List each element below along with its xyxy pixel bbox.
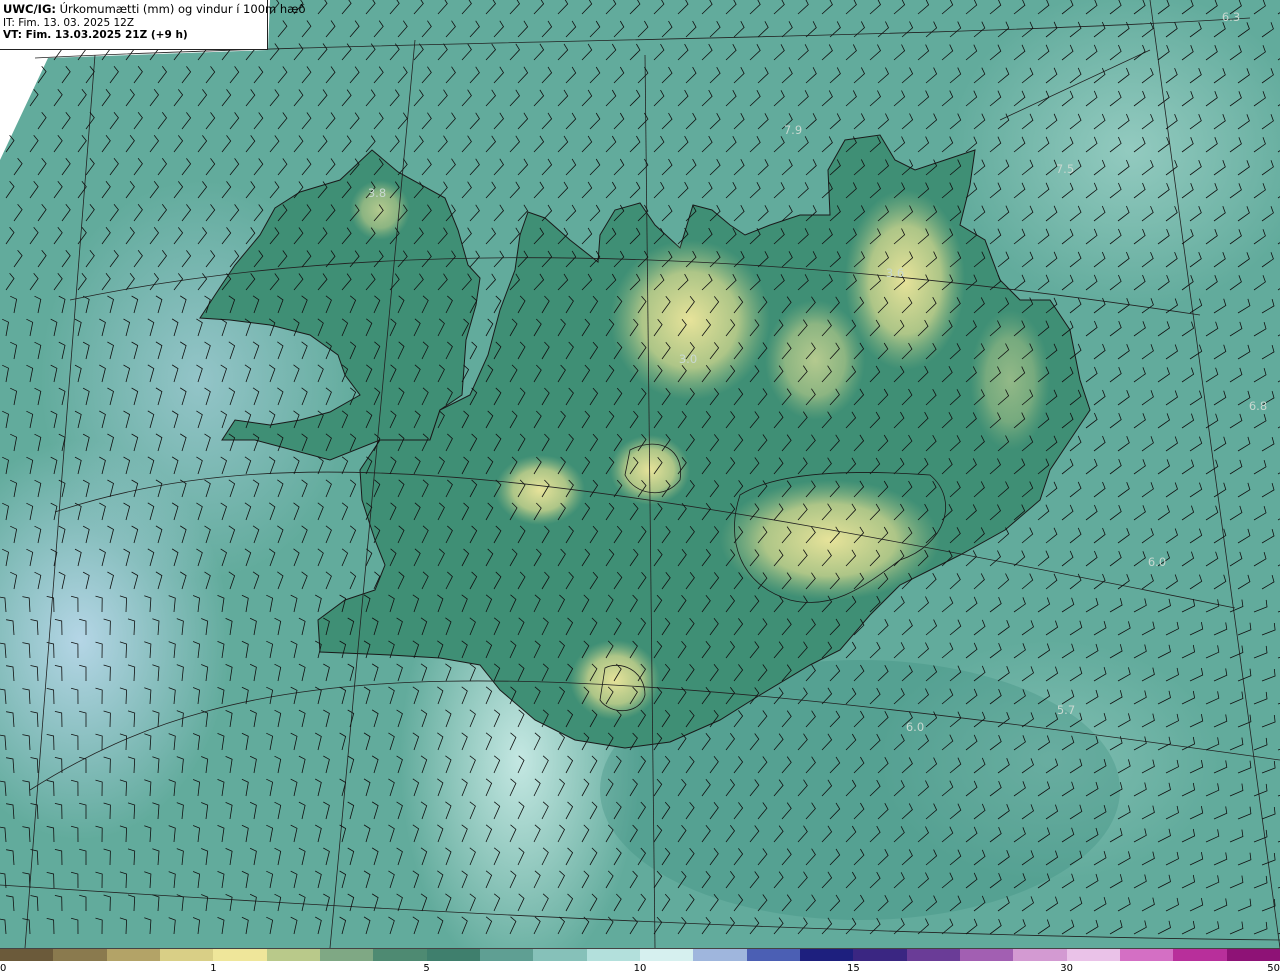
model-name: UWC/IG:	[3, 2, 56, 16]
colorbar-segment	[586, 949, 640, 961]
colorbar-tick-label: 1	[210, 963, 217, 974]
colorbar-tick-label: 15	[847, 963, 860, 974]
colorbar-segment	[479, 949, 534, 961]
colorbar-segment	[319, 949, 374, 961]
colorbar-segment	[1173, 949, 1227, 961]
colorbar-tick-label: 10	[633, 963, 647, 974]
precip-value-label: 5.7	[1057, 703, 1075, 717]
colorbar-segment	[159, 949, 214, 961]
colorbar-segment	[853, 949, 907, 961]
colorbar-tick-label: 50	[1267, 963, 1280, 974]
colorbar-segment	[693, 949, 747, 961]
header-title: UWC/IG: Úrkomumætti (mm) og vindur í 100…	[3, 2, 306, 17]
colorbar	[0, 948, 1280, 961]
field-title: Úrkomumætti (mm) og vindur í 100m hæð	[59, 2, 306, 16]
precip-value-label: 6.8	[1249, 399, 1267, 413]
colorbar-segment	[533, 949, 587, 961]
valid-time: VT: Fim. 13.03.2025 21Z (+9 h)	[3, 29, 188, 42]
colorbar-segment	[266, 949, 320, 961]
precip-value-label: 6.0	[906, 720, 924, 734]
colorbar-segment	[959, 949, 1014, 961]
colorbar-segment	[1226, 949, 1280, 961]
colorbar-segment	[906, 949, 960, 961]
header-box: UWC/IG: Úrkomumætti (mm) og vindur í 100…	[0, 0, 306, 50]
colorbar-segment	[1013, 949, 1067, 961]
colorbar-labels: 0 1 5 10 15 30 50	[0, 961, 1280, 978]
colorbar-segment	[1119, 949, 1174, 961]
colorbar-segment	[1066, 949, 1120, 961]
precip-value-label: 3.8	[368, 186, 386, 200]
precip-value-label: 3.6	[886, 266, 904, 280]
precip-value-label: 6.0	[1148, 555, 1166, 569]
precip-value-label: 7.5	[1056, 162, 1074, 176]
precip-value-label: 3.0	[679, 352, 697, 366]
colorbar-segment	[0, 949, 54, 961]
colorbar-segment	[373, 949, 427, 961]
colorbar-segment	[106, 949, 160, 961]
colorbar-segment	[746, 949, 800, 961]
initial-time: IT: Fim. 13. 03. 2025 12Z	[3, 16, 135, 29]
colorbar-tick-label: 5	[423, 963, 430, 974]
colorbar-segment	[53, 949, 107, 961]
precip-value-label: 7.9	[784, 123, 802, 137]
colorbar-segment	[426, 949, 480, 961]
colorbar-segment	[799, 949, 854, 961]
precip-value-label: 6.3	[1222, 10, 1240, 24]
colorbar-segment	[639, 949, 694, 961]
colorbar-segment	[213, 949, 267, 961]
colorbar-tick-label: 30	[1060, 963, 1073, 974]
map: 6.3 7.9 7.5 3.8 3.6 3.0 6.8 6.0 5.7 6.0	[0, 0, 1280, 948]
colorbar-tick-label: 0	[0, 963, 7, 974]
